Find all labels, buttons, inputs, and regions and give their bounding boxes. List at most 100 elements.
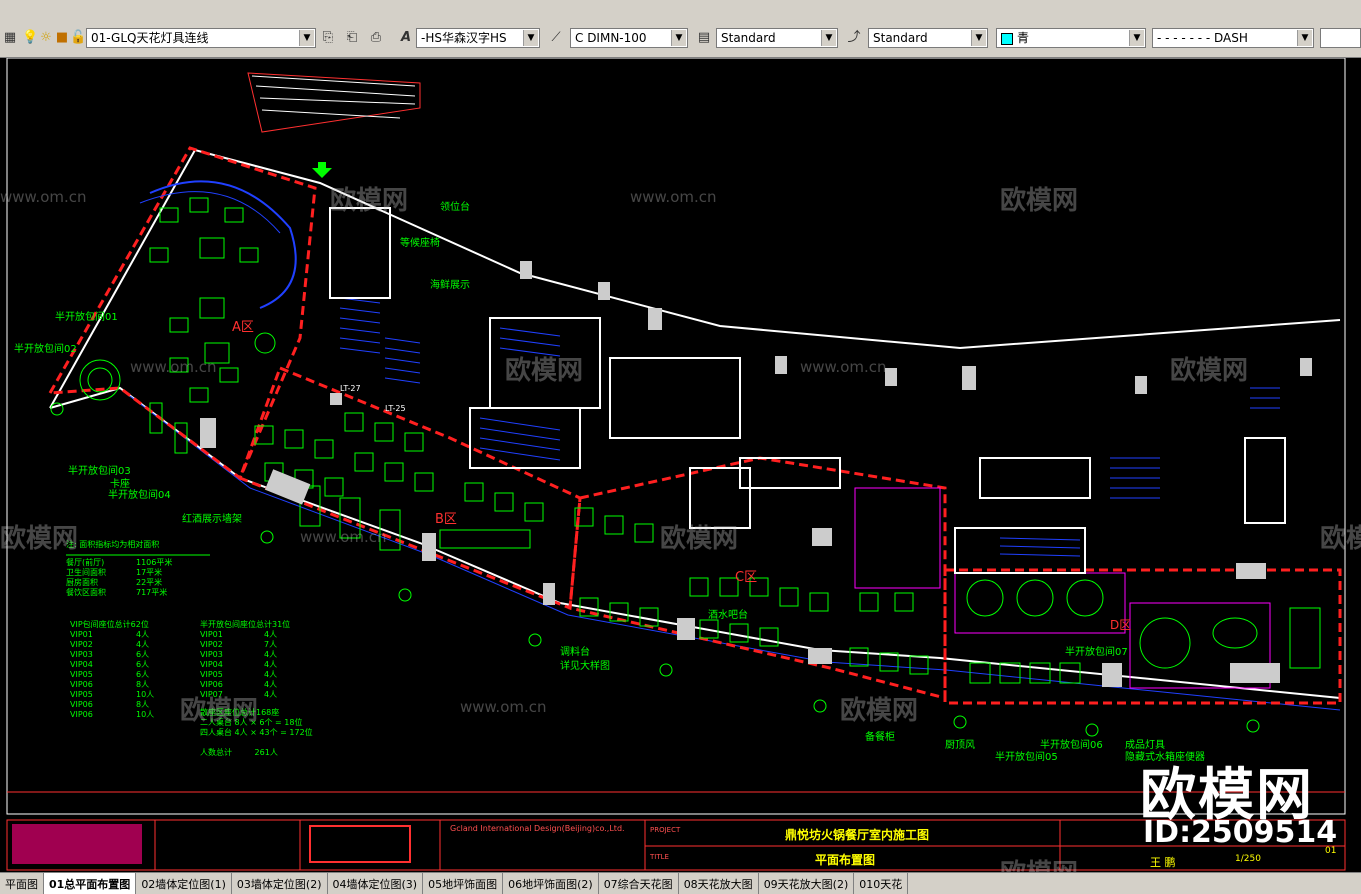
layout-tab[interactable]: 平面图 <box>0 873 44 894</box>
semi-key: VIP04 <box>200 660 223 669</box>
vip-key: VIP06 <box>70 700 93 709</box>
tablestyle-select[interactable]: Standard ▼ <box>716 28 838 48</box>
layout-tab[interactable]: 09天花放大图(2) <box>759 873 855 894</box>
freeze-icon[interactable]: ■ <box>54 30 70 46</box>
vip-row: VIP04 6人 <box>70 660 154 670</box>
drawing-name: 平面布置图 <box>815 853 876 867</box>
vip-row: VIP06 10人 <box>70 710 154 720</box>
semi-value: 4人 <box>264 680 278 689</box>
designer-name: 王 鹏 <box>1150 856 1176 869</box>
color-select[interactable]: 青 ▼ <box>996 28 1146 48</box>
layout-tab[interactable]: 01总平面布置图 <box>44 873 137 894</box>
vip-header: VIP包间座位总计62位 <box>70 620 149 629</box>
bulb-icon[interactable]: 💡 <box>22 30 38 46</box>
linetype-select[interactable]: - - - - - - - DASH ▼ <box>1152 28 1314 48</box>
semi-value: 4人 <box>264 690 278 699</box>
cad-toolbar: ▦ 💡 ☼ ■ 🔓 01-GLQ天花灯具连线 ▼ ⎘ ⎗ ⎙ A -HS华森汉字… <box>0 0 1361 58</box>
text-style-icon[interactable]: A <box>398 30 414 46</box>
mleaderstyle-icon[interactable]: ⤴ <box>846 30 862 46</box>
label-lt25: LT-25 <box>385 404 406 413</box>
label-semi-private-04: 半开放包间04 <box>108 490 171 501</box>
vip-key: VIP06 <box>70 710 93 719</box>
layer-previous-icon[interactable]: ⎘ <box>320 30 336 46</box>
semi-value: 7人 <box>264 640 278 649</box>
rows-key: 厨房面积 <box>66 578 98 587</box>
vip-row: VIP02 4人 <box>70 640 154 650</box>
total-value: 261人 <box>254 748 278 757</box>
semi-row: VIP05 4人 <box>200 670 313 680</box>
label-prep-cabinet: 备餐柜 <box>865 732 895 743</box>
chevron-down-icon: ▼ <box>299 30 314 46</box>
layout-tab[interactable]: 06地坪饰面图(2) <box>503 873 599 894</box>
rows-key: 卫生间面积 <box>66 568 106 577</box>
watermark-url: www.om.cn <box>460 698 547 716</box>
layer-manager-icon[interactable]: ▦ <box>2 30 18 46</box>
semi-value: 4人 <box>264 650 278 659</box>
layer-select[interactable]: 01-GLQ天花灯具连线 ▼ <box>86 28 316 48</box>
lineweight-select[interactable] <box>1320 28 1361 48</box>
linetype-value: - - - - - - - DASH <box>1157 31 1248 45</box>
semi-key: VIP05 <box>200 670 223 679</box>
total-label: 人数总计 <box>200 748 232 757</box>
watermark-brand: 欧模网 <box>1320 524 1361 554</box>
rows-key: 餐厅(前厅) <box>66 558 105 567</box>
lock-icon[interactable]: 🔓 <box>70 30 86 46</box>
textstyle-select[interactable]: -HS华森汉字HS ▼ <box>416 28 540 48</box>
dimstyle-icon[interactable]: ⟋ <box>548 30 564 46</box>
rows-key: 餐饮区面积 <box>66 588 106 597</box>
watermark-brand: 欧模网 <box>1000 186 1079 216</box>
layout-tab[interactable]: 07综合天花图 <box>599 873 679 894</box>
brand-id: ID:2509514 <box>1143 815 1338 850</box>
vip-value: 10人 <box>136 690 155 699</box>
label-zone-c: C区 <box>735 570 758 585</box>
semi-row: VIP04 4人 <box>200 660 313 670</box>
vip-row: VIP06 8人 <box>70 680 154 690</box>
vip-key: VIP03 <box>70 650 93 659</box>
label-wine-display: 红酒展示墙架 <box>182 514 242 525</box>
layer-state-icon[interactable]: ⎗ <box>344 30 360 46</box>
chevron-down-icon: ▼ <box>523 30 538 46</box>
rows-row: 卫生间面积 17平米 <box>66 568 172 578</box>
vip-row: VIP03 6人 <box>70 650 154 660</box>
stats-title: 注: 面积指标均为相对面积 <box>66 540 160 549</box>
dimstyle-select[interactable]: C DIMN-100 ▼ <box>570 28 688 48</box>
vip-row: VIP05 10人 <box>70 690 154 700</box>
label-semi-private-07: 半开放包间07 <box>1065 647 1128 658</box>
watermark-brand: 欧模网 <box>660 524 739 554</box>
vip-value: 6人 <box>136 660 150 669</box>
label-waiting: 等候座椅 <box>400 238 440 249</box>
semi-row: VIP06 4人 <box>200 680 313 690</box>
rows-value: 1106平米 <box>136 558 173 567</box>
layout-tabs: 平面图 01总平面布置图 02墙体定位图(1) 03墙体定位图(2) 04墙体定位图(3… <box>0 872 1361 894</box>
layer-match-icon[interactable]: ⎙ <box>368 30 384 46</box>
layout-tab[interactable]: 03墙体定位图(2) <box>232 873 328 894</box>
semi-header: 半开放包间座位总计31位 <box>200 620 291 629</box>
label-semi-private-02: 半开放包间02 <box>14 344 77 355</box>
label-zone-d: D区 <box>1110 618 1132 632</box>
vip-value: 4人 <box>136 640 150 649</box>
layout-tab[interactable]: 010天花 <box>854 873 909 894</box>
dimstyle-value: C DIMN-100 <box>575 31 647 45</box>
layer-value: 01-GLQ天花灯具连线 <box>91 31 209 45</box>
vip-row: VIP06 8人 <box>70 700 154 710</box>
vip-row: VIP05 6人 <box>70 670 154 680</box>
semi-key: VIP06 <box>200 680 223 689</box>
vip-key: VIP06 <box>70 680 93 689</box>
watermark-brand: 欧模网 <box>505 356 584 386</box>
label-sauce-station: 调料台 <box>560 647 590 658</box>
tablestyle-icon[interactable]: ▤ <box>696 30 712 46</box>
sun-icon[interactable]: ☼ <box>38 30 54 46</box>
semi-value: 4人 <box>264 670 278 679</box>
vip-key: VIP05 <box>70 690 93 699</box>
vip-key: VIP04 <box>70 660 93 669</box>
label-seafood: 海鲜展示 <box>430 280 470 291</box>
mleaderstyle-select[interactable]: Standard ▼ <box>868 28 988 48</box>
color-swatch <box>1001 32 1013 45</box>
layout-tab[interactable]: 05地坪饰面图 <box>423 873 504 894</box>
layout-tab[interactable]: 08天花放大图 <box>679 873 759 894</box>
chevron-down-icon: ▼ <box>671 30 686 46</box>
rows-value: 22平米 <box>136 578 163 587</box>
layout-tab[interactable]: 02墙体定位图(1) <box>136 873 232 894</box>
chevron-down-icon: ▼ <box>1297 30 1312 46</box>
layout-tab[interactable]: 04墙体定位图(3) <box>328 873 424 894</box>
